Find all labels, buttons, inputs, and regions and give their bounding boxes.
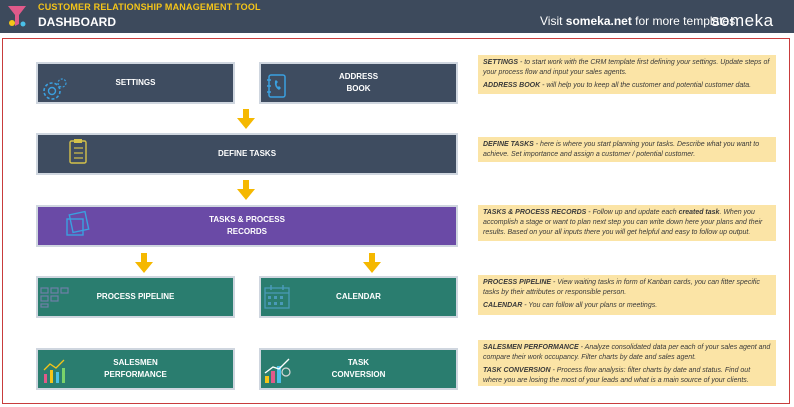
conversion-chart-icon [264,358,291,383]
salesmen-performance-label: SALESMEN PERFORMANCE [104,358,167,379]
note-settings-address: SETTINGS - to start work with the CRM te… [478,55,776,94]
settings-label: SETTINGS [115,78,156,87]
arrow-down-icon [135,253,153,273]
note-define-tasks: DEFINE TASKS - here is where you start p… [478,137,776,162]
brand-logo[interactable]: someka [711,11,774,31]
task-conversion-label: TASK CONVERSION [331,358,386,379]
salesmen-performance-button[interactable]: SALESMEN PERFORMANCE [36,348,235,390]
visit-prefix: Visit [540,14,563,28]
note-process-pipeline: PROCESS PIPELINE - View waiting tasks in… [483,279,760,296]
sticky-notes-icon [66,210,90,236]
process-pipeline-label: PROCESS PIPELINE [96,292,175,301]
arrow-down-icon [363,253,381,273]
visit-text: Visit someka.net for more templates [540,14,735,28]
note-tasks-records-text: TASKS & PROCESS RECORDS - Follow up and … [483,209,763,236]
top-bar: CUSTOMER RELATIONSHIP MANAGEMENT TOOL DA… [0,0,794,33]
task-conversion-button[interactable]: TASK CONVERSION [259,348,458,390]
tasks-process-records-button[interactable]: TASKS & PROCESS RECORDS [36,205,458,247]
calendar-button[interactable]: CALENDAR [259,276,458,318]
note-calendar: CALENDAR - You can follow all your plans… [483,302,658,309]
define-tasks-label: DEFINE TASKS [217,149,277,158]
process-pipeline-button[interactable]: PROCESS PIPELINE [36,276,235,318]
calendar-icon [264,285,290,309]
address-book-button[interactable]: ADDRESS BOOK [259,62,458,104]
someka-link[interactable]: someka.net [566,14,632,28]
arrow-down-icon [237,180,255,200]
address-book-label: ADDRESS BOOK [338,72,379,93]
define-tasks-button[interactable]: DEFINE TASKS [36,133,458,175]
app-title: CUSTOMER RELATIONSHIP MANAGEMENT TOOL [38,2,261,12]
note-pipeline-calendar: PROCESS PIPELINE - View waiting tasks in… [478,275,776,315]
kanban-icon [40,287,69,308]
note-performance-conversion: SALESMEN PERFORMANCE - Analyze consolida… [478,340,776,386]
bar-chart-icon [43,359,65,383]
note-task-conversion: TASK CONVERSION - Process flow analysis:… [483,367,751,384]
address-book-icon [267,74,286,98]
crm-logo-icon [8,6,26,27]
note-tasks-records: TASKS & PROCESS RECORDS - Follow up and … [478,205,776,241]
gear-icon [43,78,67,100]
checklist-icon [69,139,87,164]
note-address-book: ADDRESS BOOK - will help you to keep all… [483,82,752,89]
calendar-label: CALENDAR [336,292,381,301]
settings-button[interactable]: SETTINGS [36,62,235,104]
page-title: DASHBOARD [38,15,116,29]
arrow-down-icon [237,109,255,129]
note-settings: SETTINGS - to start work with the CRM te… [483,59,770,76]
note-define-tasks-text: DEFINE TASKS - here is where you start p… [483,141,760,158]
note-salesmen-performance: SALESMEN PERFORMANCE - Analyze consolida… [483,344,771,361]
tasks-process-records-label: TASKS & PROCESS RECORDS [209,215,285,236]
